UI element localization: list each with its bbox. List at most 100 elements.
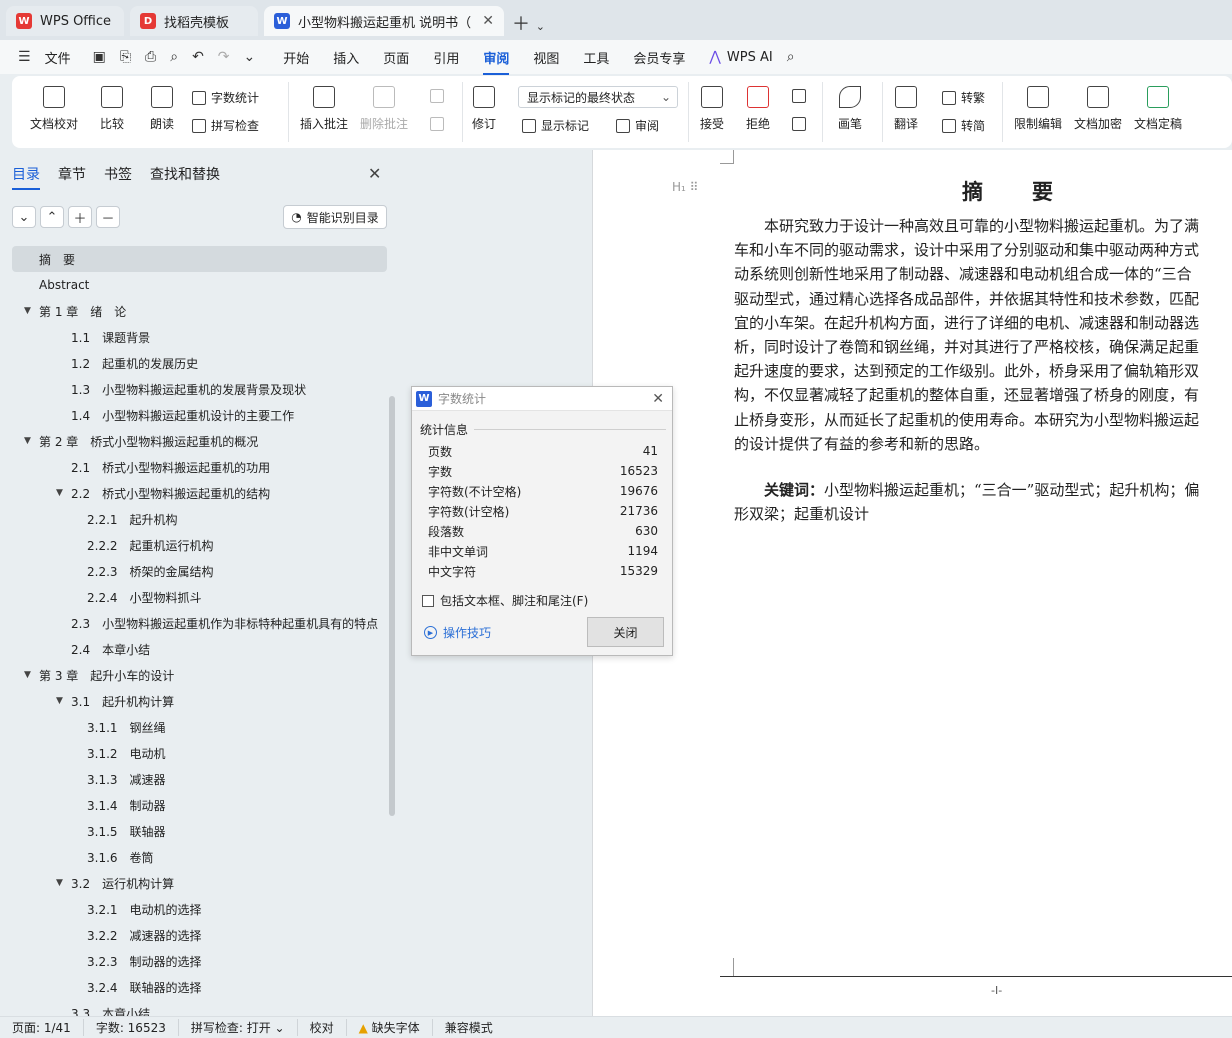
toc-item[interactable]: 2.4 本章小结 bbox=[12, 636, 387, 662]
new-tab-button[interactable]: ＋ ⌄ bbox=[512, 10, 545, 36]
toc-item[interactable]: ▼ 第 1 章 绪 论 bbox=[12, 298, 387, 324]
toc-item[interactable]: 3.1.3 减速器 bbox=[12, 766, 387, 792]
prev-comment-icon[interactable] bbox=[430, 89, 449, 103]
tab-docer[interactable]: D 找稻壳模板 bbox=[130, 6, 258, 36]
doc-check-button[interactable]: 文档校对 bbox=[30, 86, 78, 132]
smart-toc-button[interactable]: ◔ 智能识别目录 bbox=[283, 205, 387, 229]
close-icon[interactable]: ✕ bbox=[652, 391, 664, 407]
menu-membership[interactable]: 会员专享 bbox=[633, 48, 685, 67]
accept-button[interactable]: 接受 bbox=[700, 86, 724, 132]
collapse-toggle-icon[interactable]: ▼ bbox=[24, 670, 36, 680]
collapse-toggle-icon[interactable]: ▼ bbox=[56, 696, 68, 706]
toc-item[interactable]: 3.1.1 钢丝绳 bbox=[12, 714, 387, 740]
expand-all-button[interactable]: ⌄ bbox=[12, 206, 36, 228]
prev-change-icon[interactable] bbox=[792, 89, 811, 103]
dialog-titlebar[interactable]: W 字数统计 ✕ bbox=[412, 387, 672, 411]
toc-scrollbar[interactable] bbox=[389, 396, 395, 816]
menu-review[interactable]: 审阅 bbox=[483, 48, 510, 75]
close-tab-icon[interactable]: ✕ bbox=[482, 13, 494, 29]
toc-item[interactable]: 3.2.3 制动器的选择 bbox=[12, 948, 387, 974]
toc-item[interactable]: 2.2.2 起重机运行机构 bbox=[12, 532, 387, 558]
toc-item[interactable]: 3.1.5 联轴器 bbox=[12, 818, 387, 844]
restrict-edit-button[interactable]: 限制编辑 bbox=[1014, 86, 1062, 132]
next-comment-icon[interactable] bbox=[430, 117, 449, 131]
add-heading-button[interactable]: ＋ bbox=[68, 206, 92, 228]
toc-item[interactable]: 2.2.3 桥架的金属结构 bbox=[12, 558, 387, 584]
menu-view[interactable]: 视图 bbox=[533, 48, 559, 67]
toc-item[interactable]: ▼ 2.2 桥式小型物料搬运起重机的结构 bbox=[12, 480, 387, 506]
pen-button[interactable]: 画笔 bbox=[838, 86, 862, 132]
review-pane-button[interactable]: 审阅 bbox=[616, 117, 659, 134]
toc-item[interactable]: 3.2.1 电动机的选择 bbox=[12, 896, 387, 922]
delete-comment-button[interactable]: 删除批注 bbox=[360, 86, 408, 132]
toc-item[interactable]: 3.1.4 制动器 bbox=[12, 792, 387, 818]
read-aloud-button[interactable]: 朗读 bbox=[150, 86, 174, 132]
toc-item[interactable]: ▼ 3.1 起升机构计算 bbox=[12, 688, 387, 714]
checkbox-icon[interactable] bbox=[422, 594, 434, 607]
markup-state-select[interactable]: 显示标记的最终状态 ⌄ bbox=[518, 86, 678, 108]
toc-item[interactable]: 2.3 小型物料搬运起重机作为非标特种起重机具有的特点 bbox=[12, 610, 387, 636]
toc-item[interactable]: ▼ 3.2 运行机构计算 bbox=[12, 870, 387, 896]
heading-drag-handle-icon[interactable]: H₁ ⠿ bbox=[672, 180, 698, 194]
collapse-toggle-icon[interactable]: ▼ bbox=[24, 306, 36, 316]
status-missing-font[interactable]: ▲ 缺失字体 bbox=[347, 1019, 433, 1036]
collapse-toggle-icon[interactable]: ▼ bbox=[56, 488, 68, 498]
encrypt-button[interactable]: 文档加密 bbox=[1074, 86, 1122, 132]
nav-tab-chapter[interactable]: 章节 bbox=[58, 164, 86, 184]
toc-item[interactable]: 3.1.2 电动机 bbox=[12, 740, 387, 766]
toc-item[interactable]: 1.3 小型物料搬运起重机的发展背景及现状 bbox=[12, 376, 387, 402]
save-icon[interactable]: ▣ bbox=[93, 49, 106, 65]
print-preview-icon[interactable]: ⌕ bbox=[170, 49, 178, 65]
hamburger-icon[interactable]: ☰ bbox=[18, 49, 31, 65]
spell-check-button[interactable]: 拼写检查 bbox=[192, 117, 259, 134]
include-textbox-checkbox[interactable]: 包括文本框、脚注和尾注(F) bbox=[422, 592, 588, 609]
to-simplified-button[interactable]: 转简 bbox=[942, 117, 985, 134]
compare-button[interactable]: 比较 bbox=[100, 86, 124, 132]
wps-ai-icon[interactable]: ⋀ bbox=[709, 49, 720, 65]
print-icon[interactable]: ⎙ bbox=[145, 49, 156, 65]
toc-item[interactable]: 3.1.6 卷筒 bbox=[12, 844, 387, 870]
reject-button[interactable]: 拒绝 bbox=[746, 86, 770, 132]
menu-wps-ai[interactable]: WPS AI bbox=[727, 50, 773, 65]
menu-tools[interactable]: 工具 bbox=[583, 48, 609, 67]
status-words[interactable]: 字数: 16523 bbox=[84, 1019, 179, 1036]
file-menu[interactable]: 文件 bbox=[45, 48, 71, 67]
menu-insert[interactable]: 插入 bbox=[333, 48, 359, 67]
nav-tab-toc[interactable]: 目录 bbox=[12, 164, 40, 190]
translate-button[interactable]: 翻译 bbox=[894, 86, 918, 132]
tab-wps-office[interactable]: W WPS Office bbox=[6, 6, 124, 36]
nav-tab-find-replace[interactable]: 查找和替换 bbox=[150, 164, 220, 184]
toc-item[interactable]: 摘 要 bbox=[12, 246, 387, 272]
toc-item[interactable]: 2.1 桥式小型物料搬运起重机的功用 bbox=[12, 454, 387, 480]
word-count-button[interactable]: 字数统计 bbox=[192, 89, 259, 106]
status-page[interactable]: 页面: 1/41 bbox=[0, 1019, 84, 1036]
collapse-toggle-icon[interactable]: ▼ bbox=[56, 878, 68, 888]
status-spell-check[interactable]: 拼写检查: 打开 ⌄ bbox=[179, 1019, 298, 1036]
tab-document[interactable]: W 小型物料搬运起重机 说明书（ ✕ bbox=[264, 6, 504, 36]
tips-link[interactable]: ▶ 操作技巧 bbox=[424, 624, 491, 641]
toc-item[interactable]: 3.2.2 减速器的选择 bbox=[12, 922, 387, 948]
revise-button[interactable]: 修订 bbox=[472, 86, 496, 132]
show-markup-button[interactable]: 显示标记 bbox=[522, 117, 589, 134]
more-icon[interactable]: ⌄ bbox=[244, 49, 256, 65]
toc-item[interactable]: ▼ 第 3 章 起升小车的设计 bbox=[12, 662, 387, 688]
menu-reference[interactable]: 引用 bbox=[433, 48, 459, 67]
search-icon[interactable]: ⌕ bbox=[787, 49, 795, 65]
toc-item[interactable]: 2.2.4 小型物料抓斗 bbox=[12, 584, 387, 610]
to-traditional-button[interactable]: 转繁 bbox=[942, 89, 985, 106]
finalize-button[interactable]: 文档定稿 bbox=[1134, 86, 1182, 132]
remove-heading-button[interactable]: － bbox=[96, 206, 120, 228]
toc-item[interactable]: 1.1 课题背景 bbox=[12, 324, 387, 350]
next-change-icon[interactable] bbox=[792, 117, 811, 131]
toc-item[interactable]: Abstract bbox=[12, 272, 387, 298]
toc-item[interactable]: 1.2 起重机的发展历史 bbox=[12, 350, 387, 376]
insert-comment-button[interactable]: 插入批注 bbox=[300, 86, 348, 132]
export-icon[interactable]: ⎘ bbox=[120, 49, 131, 65]
menu-page[interactable]: 页面 bbox=[383, 48, 409, 67]
collapse-all-button[interactable]: ⌃ bbox=[40, 206, 64, 228]
close-pane-icon[interactable]: ✕ bbox=[368, 164, 381, 183]
undo-icon[interactable]: ↶ bbox=[192, 49, 204, 65]
toc-item[interactable]: ▼ 第 2 章 桥式小型物料搬运起重机的概况 bbox=[12, 428, 387, 454]
nav-tab-bookmark[interactable]: 书签 bbox=[104, 164, 132, 184]
toc-item[interactable]: 1.4 小型物料搬运起重机设计的主要工作 bbox=[12, 402, 387, 428]
